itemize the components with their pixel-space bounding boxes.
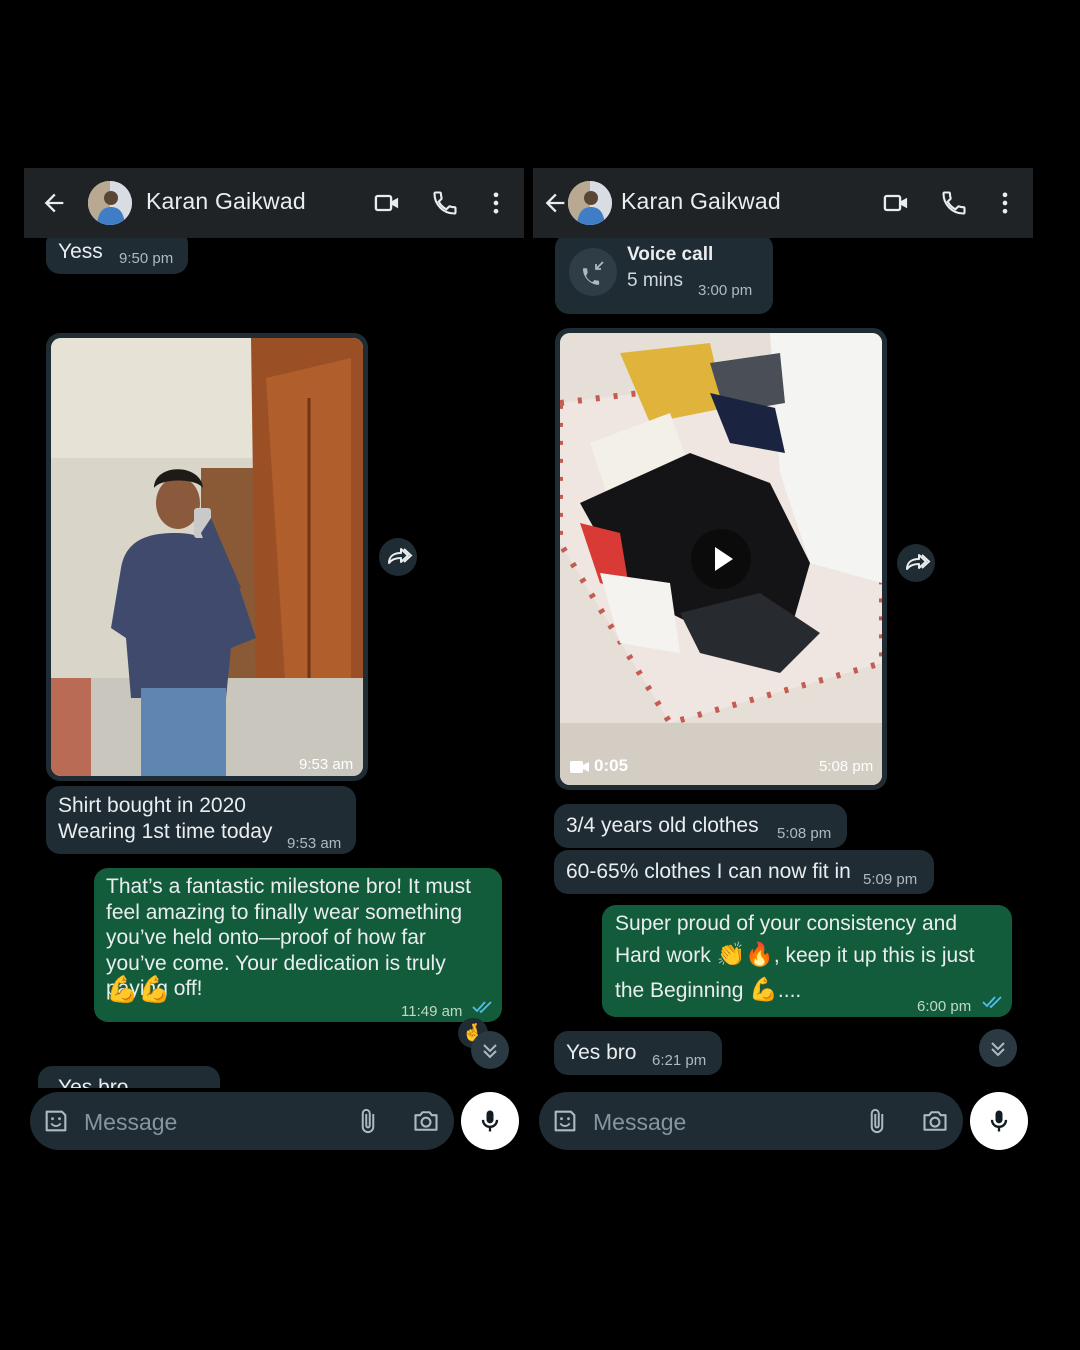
message-text: Yes bro xyxy=(58,1076,129,1088)
message-list[interactable]: Yess 9:50 pm 9:53 am Shirt bought in 202… xyxy=(24,238,524,1088)
sticker-icon[interactable] xyxy=(42,1107,70,1135)
more-vert-icon[interactable] xyxy=(991,189,1019,217)
message-input[interactable] xyxy=(82,1102,286,1142)
mic-icon xyxy=(476,1107,504,1135)
message-text: .... xyxy=(777,979,802,1002)
message-text: Hard work xyxy=(615,944,717,967)
message-time: 6:21 pm xyxy=(652,1052,707,1069)
message-bubble-incoming[interactable]: Yes bro 6:21 pm xyxy=(554,1031,722,1075)
message-text: the Beginning xyxy=(615,979,750,1002)
message-line: the Beginning 💪.... xyxy=(615,976,801,1004)
play-icon[interactable] xyxy=(691,529,751,589)
message-list[interactable]: Voice call 5 mins 3:00 pm 0:05 5:08 pm 3… xyxy=(533,238,1033,1088)
contact-name[interactable]: Karan Gaikwad xyxy=(146,188,306,215)
chat-header: Karan Gaikwad xyxy=(24,168,524,238)
message-bubble-incoming[interactable]: 3/4 years old clothes 5:08 pm xyxy=(554,804,847,848)
phone-icon[interactable] xyxy=(940,189,968,217)
message-bubble-outgoing[interactable]: That’s a fantastic milestone bro! It mus… xyxy=(94,868,502,1022)
message-time: 9:53 am xyxy=(299,756,354,773)
message-bubble-incoming[interactable]: Shirt bought in 2020 Wearing 1st time to… xyxy=(46,786,356,854)
message-text: Yess xyxy=(58,240,103,263)
back-arrow-icon[interactable] xyxy=(541,189,569,217)
video-thumbnail[interactable]: 0:05 5:08 pm xyxy=(560,333,882,785)
call-title: Voice call xyxy=(627,244,714,265)
message-composer xyxy=(30,1092,454,1150)
more-vert-icon[interactable] xyxy=(482,189,510,217)
incoming-call-icon xyxy=(569,248,617,296)
scroll-down-icon[interactable] xyxy=(979,1029,1017,1067)
phone-icon[interactable] xyxy=(431,189,459,217)
video-duration: 0:05 xyxy=(594,756,629,775)
message-bubble-incoming[interactable]: Yes bro xyxy=(38,1066,220,1088)
message-input[interactable] xyxy=(591,1102,795,1142)
scroll-down-icon[interactable] xyxy=(471,1031,509,1069)
message-text: Super proud of your consistency and xyxy=(615,912,958,935)
message-text: 60-65% clothes I can now fit in xyxy=(566,860,851,883)
message-time: 9:50 pm xyxy=(119,250,174,267)
attach-icon[interactable] xyxy=(863,1107,891,1135)
message-bubble-incoming[interactable]: Yess 9:50 pm xyxy=(46,238,188,274)
selfie-photo[interactable]: 9:53 am xyxy=(51,338,363,776)
forward-icon[interactable] xyxy=(379,538,417,576)
mic-icon xyxy=(985,1107,1013,1135)
camera-icon[interactable] xyxy=(921,1107,949,1135)
emoji-text: 👏🔥 xyxy=(716,941,774,967)
contact-name[interactable]: Karan Gaikwad xyxy=(621,188,781,215)
double-tick-icon xyxy=(982,995,1004,1009)
emoji-text: 💪💪 xyxy=(106,974,171,1004)
message-text: Shirt bought in 2020 xyxy=(58,794,246,817)
message-text: , keep it up this is just xyxy=(773,944,975,967)
video-camera-icon xyxy=(570,760,590,774)
message-time: 5:08 pm xyxy=(819,758,874,775)
call-log-bubble[interactable]: Voice call 5 mins 3:00 pm xyxy=(555,238,773,314)
double-tick-icon xyxy=(472,1000,494,1014)
emoji-text: 💪 xyxy=(749,976,778,1002)
message-time: 3:00 pm xyxy=(698,282,753,299)
message-line: Hard work 👏🔥, keep it up this is just xyxy=(615,941,975,969)
camera-icon[interactable] xyxy=(412,1107,440,1135)
video-call-icon[interactable] xyxy=(373,189,401,217)
sticker-icon[interactable] xyxy=(551,1107,579,1135)
image-message[interactable]: 9:53 am xyxy=(46,333,368,781)
message-text: Wearing 1st time today xyxy=(58,820,273,843)
left-chat-screen: Karan Gaikwad Yess 9:50 pm 9:53 am Shirt… xyxy=(24,168,524,1178)
forward-icon[interactable] xyxy=(897,544,935,582)
back-arrow-icon[interactable] xyxy=(40,189,68,217)
message-time: 9:53 am xyxy=(287,835,342,852)
chat-header: Karan Gaikwad xyxy=(533,168,1033,238)
attach-icon[interactable] xyxy=(354,1107,382,1135)
message-time: 5:08 pm xyxy=(777,825,832,842)
message-bubble-incoming[interactable]: 60-65% clothes I can now fit in 5:09 pm xyxy=(554,850,934,894)
mic-button[interactable] xyxy=(461,1092,519,1150)
right-chat-screen: Karan Gaikwad Voice call 5 mins 3:00 pm xyxy=(533,168,1033,1178)
message-composer xyxy=(539,1092,963,1150)
video-message[interactable]: 0:05 5:08 pm xyxy=(555,328,887,790)
video-call-icon[interactable] xyxy=(882,189,910,217)
mic-button[interactable] xyxy=(970,1092,1028,1150)
message-time: 5:09 pm xyxy=(863,871,918,888)
avatar[interactable] xyxy=(88,181,132,225)
message-time: 11:49 am xyxy=(401,1003,463,1020)
message-time: 6:00 pm xyxy=(917,998,972,1015)
avatar[interactable] xyxy=(568,181,612,225)
call-duration: 5 mins xyxy=(627,270,683,291)
message-text: Yes bro xyxy=(566,1041,637,1064)
message-text: 3/4 years old clothes xyxy=(566,814,759,837)
message-bubble-outgoing[interactable]: Super proud of your consistency and Hard… xyxy=(602,905,1012,1017)
